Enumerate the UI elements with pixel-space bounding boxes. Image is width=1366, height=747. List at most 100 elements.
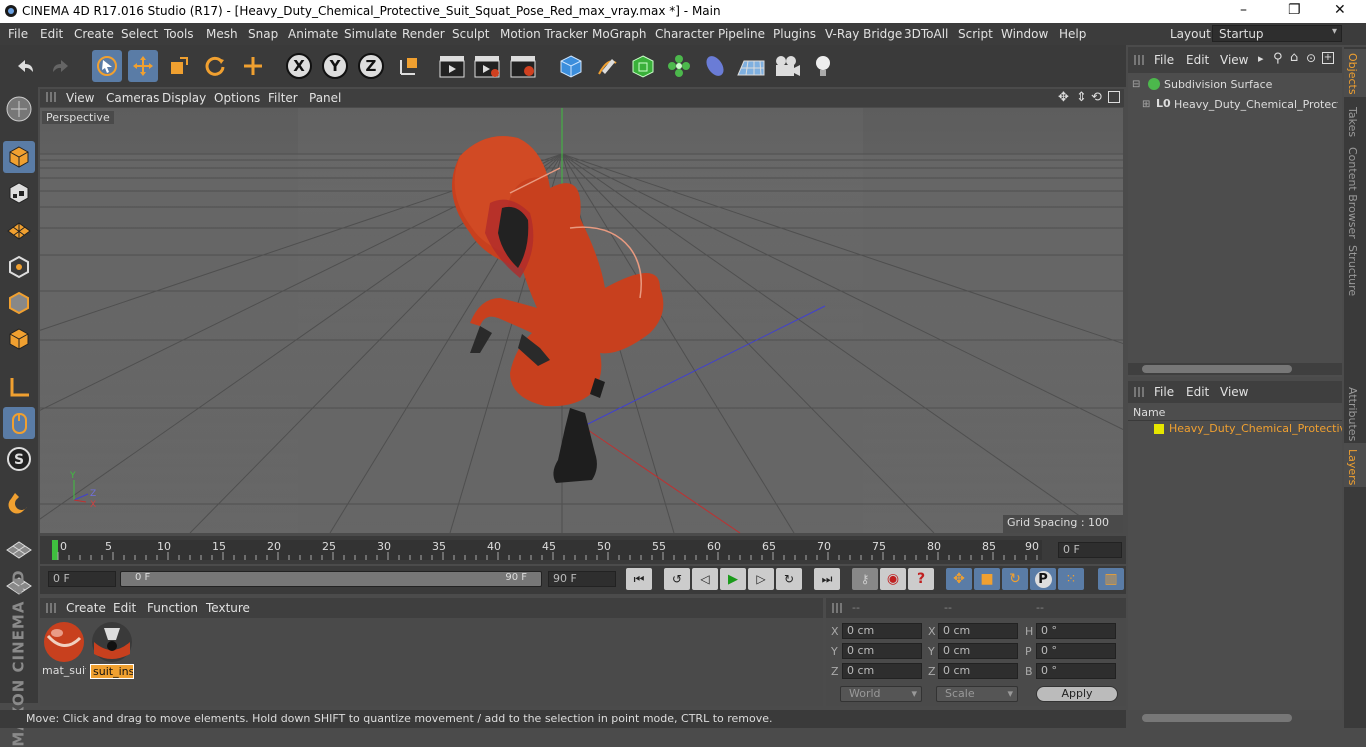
key-pla-button[interactable]: ⁙: [1058, 568, 1084, 590]
tab-layers[interactable]: Layers: [1346, 449, 1359, 485]
menu-snap[interactable]: Snap: [248, 27, 278, 41]
key-parameter-button[interactable]: P: [1030, 568, 1056, 590]
menu-plugins[interactable]: Plugins: [773, 27, 816, 41]
name-column-label[interactable]: Name: [1133, 406, 1165, 419]
viewport-perspective[interactable]: Perspective Grid Spacing : 100 cm Y Z X: [40, 108, 1123, 533]
tab-takes[interactable]: Takes: [1346, 107, 1359, 137]
scale-tool-button[interactable]: [164, 50, 194, 82]
drag-handle-icon[interactable]: [832, 603, 842, 613]
layers-menu-view[interactable]: View: [1220, 385, 1248, 399]
current-frame-field[interactable]: 0 F: [1058, 542, 1122, 558]
layer-scrollbar[interactable]: [1128, 714, 1342, 722]
end-frame-field[interactable]: 90 F: [548, 571, 616, 587]
viewport-camera-label[interactable]: Perspective: [42, 111, 114, 124]
objects-menu-view[interactable]: View: [1220, 53, 1248, 67]
light-button[interactable]: [808, 50, 838, 82]
size-y-field[interactable]: 0 cm: [938, 643, 1018, 659]
polygons-mode-button[interactable]: [3, 323, 35, 355]
menu-help[interactable]: Help: [1059, 27, 1086, 41]
render-to-picture-viewer-button[interactable]: [472, 50, 502, 82]
next-frame-button[interactable]: ▷: [748, 568, 774, 590]
start-frame-field[interactable]: 0 F: [48, 571, 116, 587]
subdivision-surface-button[interactable]: [628, 50, 658, 82]
rotation-h-field[interactable]: 0 °: [1036, 623, 1116, 639]
material-swatch[interactable]: mat_suit: [42, 620, 86, 680]
next-key-button[interactable]: ↻: [776, 568, 802, 590]
position-y-field[interactable]: 0 cm: [842, 643, 922, 659]
camera-button[interactable]: [772, 50, 802, 82]
axis-mode-button[interactable]: [3, 371, 35, 403]
material-menu-texture[interactable]: Texture: [206, 601, 250, 615]
layer-row[interactable]: Heavy_Duty_Chemical_Protective_S: [1134, 422, 1342, 438]
autokey-button[interactable]: ◉: [880, 568, 906, 590]
drag-handle-icon[interactable]: [1134, 55, 1144, 65]
record-keys-button[interactable]: ⚷: [852, 568, 878, 590]
rotation-b-field[interactable]: 0 °: [1036, 663, 1116, 679]
viewport-menu-display[interactable]: Display: [162, 91, 206, 105]
timeline-window-button[interactable]: ▥: [1098, 568, 1124, 590]
menu-tools[interactable]: Tools: [164, 27, 194, 41]
new-view-icon[interactable]: +: [1322, 52, 1334, 64]
orbit-view-icon[interactable]: ⟲: [1091, 90, 1102, 105]
menu-create[interactable]: Create: [74, 27, 114, 41]
y-axis-lock-button[interactable]: Y: [320, 50, 350, 82]
timeline-track[interactable]: 0 5 10 15 20 25 30 35 40 45 50 55 60 65 …: [52, 540, 1042, 560]
material-menu-function[interactable]: Function: [147, 601, 198, 615]
workplane-lock-button[interactable]: [3, 533, 35, 565]
cube-primitive-button[interactable]: [556, 50, 586, 82]
apply-button[interactable]: Apply: [1036, 686, 1118, 702]
rotate-tool-button[interactable]: [200, 50, 230, 82]
tab-objects[interactable]: Objects: [1346, 53, 1359, 95]
key-position-button[interactable]: ✥: [946, 568, 972, 590]
play-button[interactable]: ▶: [720, 568, 746, 590]
live-selection-button[interactable]: [92, 50, 122, 82]
x-axis-lock-button[interactable]: X: [284, 50, 314, 82]
object-scrollbar[interactable]: [1128, 363, 1342, 375]
drag-handle-icon[interactable]: [1134, 387, 1144, 397]
solo-mode-button[interactable]: S: [3, 443, 35, 475]
previous-key-button[interactable]: ↺: [664, 568, 690, 590]
go-to-end-button[interactable]: ⏭: [814, 568, 840, 590]
objects-menu-file[interactable]: File: [1154, 53, 1174, 67]
make-editable-button[interactable]: [3, 93, 35, 125]
tree-toggle-icon[interactable]: ⊞: [1142, 99, 1150, 110]
size-z-field[interactable]: 0 cm: [938, 663, 1018, 679]
points-mode-button[interactable]: [3, 251, 35, 283]
size-x-field[interactable]: 0 cm: [938, 623, 1018, 639]
objects-menu-edit[interactable]: Edit: [1186, 53, 1209, 67]
render-view-button[interactable]: [437, 50, 467, 82]
coordinate-system-button[interactable]: [394, 50, 424, 82]
menu-select[interactable]: Select: [121, 27, 158, 41]
coordinate-mode-dropdown[interactable]: World ▾: [840, 686, 922, 702]
undo-button[interactable]: [10, 50, 40, 82]
viewport-menu-cameras[interactable]: Cameras: [106, 91, 159, 105]
menu-3dtoall[interactable]: 3DToAll: [904, 27, 948, 41]
material-menu-create[interactable]: Create: [66, 601, 106, 615]
dolly-view-icon[interactable]: ⇕: [1076, 90, 1087, 105]
snap-button[interactable]: [3, 487, 35, 519]
go-to-start-button[interactable]: ⏮: [626, 568, 652, 590]
filter-icon[interactable]: ⊙: [1306, 51, 1316, 65]
viewport-menu-options[interactable]: Options: [214, 91, 260, 105]
maximize-button[interactable]: ❐: [1288, 2, 1301, 18]
coordinate-type-dropdown[interactable]: Scale ▾: [936, 686, 1018, 702]
cloner-button[interactable]: [664, 50, 694, 82]
menu-mograph[interactable]: MoGraph: [592, 27, 647, 41]
menu-render[interactable]: Render: [402, 27, 445, 41]
model-mode-button[interactable]: [3, 141, 35, 173]
texture-mode-button[interactable]: [3, 177, 35, 209]
layers-menu-edit[interactable]: Edit: [1186, 385, 1209, 399]
keyframe-selection-button[interactable]: ?: [908, 568, 934, 590]
position-z-field[interactable]: 0 cm: [842, 663, 922, 679]
tweak-mode-button[interactable]: [3, 407, 35, 439]
home-icon[interactable]: ⌂: [1290, 50, 1298, 65]
transform-tool-button[interactable]: [238, 50, 268, 82]
move-tool-button[interactable]: [128, 50, 158, 82]
menu-vray-bridge[interactable]: V-Ray Bridge: [825, 27, 902, 41]
tree-toggle-icon[interactable]: ⊟: [1132, 79, 1140, 90]
z-axis-lock-button[interactable]: Z: [356, 50, 386, 82]
object-row-suit[interactable]: ⊞ L0 Heavy_Duty_Chemical_Protective_: [1142, 97, 1338, 115]
redo-button[interactable]: [46, 50, 76, 82]
layer-color-swatch[interactable]: [1154, 424, 1164, 434]
menu-sculpt[interactable]: Sculpt: [452, 27, 489, 41]
